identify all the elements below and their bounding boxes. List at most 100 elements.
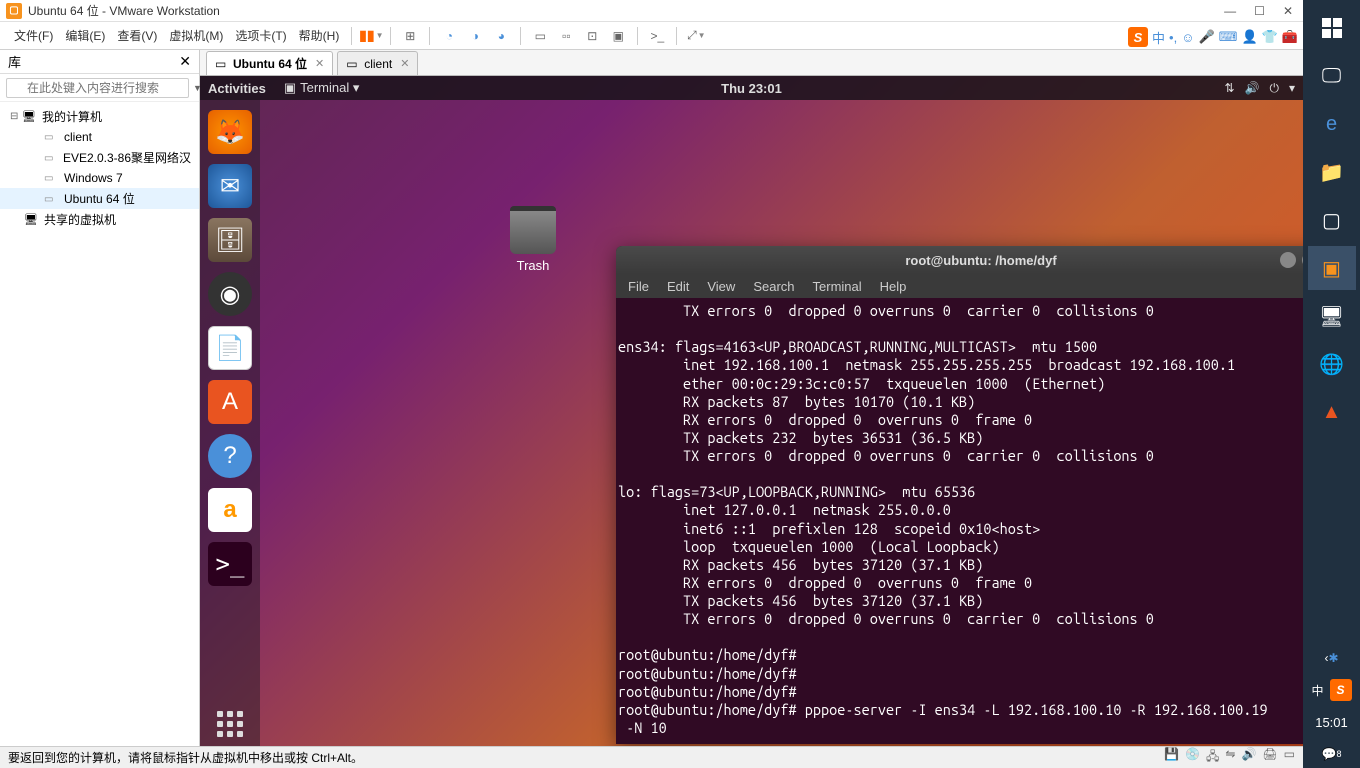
tab-client[interactable]: ▭ client ✕	[337, 51, 418, 75]
taskview-icon[interactable]: 🖵	[1308, 54, 1356, 98]
ime-skin-icon[interactable]: 👕	[1262, 29, 1278, 45]
term-menu-view[interactable]: View	[699, 277, 743, 296]
computer-icon	[22, 109, 38, 125]
tray-ime[interactable]: 中 S	[1308, 676, 1356, 704]
separator	[676, 27, 677, 45]
tb-app-icon[interactable]: 🖥	[1308, 294, 1356, 338]
status-sound-icon[interactable]: 🔊	[1241, 747, 1256, 768]
tree-root-shared[interactable]: 共享的虚拟机	[0, 209, 199, 230]
term-menu-file[interactable]: File	[620, 277, 657, 296]
snapshot-manager-button[interactable]: ◕	[491, 26, 511, 46]
system-menu-icon[interactable]: ▾	[1289, 81, 1295, 96]
terminal-maximize-button[interactable]	[1302, 252, 1303, 268]
vmware-active-icon[interactable]: ▣	[1308, 246, 1356, 290]
menu-file[interactable]: 文件(F)	[8, 23, 59, 48]
menu-tabs[interactable]: 选项卡(T)	[229, 23, 292, 48]
status-cd-icon[interactable]: 💿	[1185, 747, 1200, 768]
sogou-tray-icon: S	[1330, 679, 1352, 701]
trash-desktop-icon[interactable]: Trash	[510, 206, 556, 273]
library-search-input[interactable]	[6, 78, 189, 98]
tree-item-eve[interactable]: EVE2.0.3-86聚星网络汉	[0, 147, 199, 168]
menu-edit[interactable]: 编辑(E)	[59, 23, 111, 48]
terminal-titlebar[interactable]: root@ubuntu: /home/dyf	[616, 246, 1303, 274]
ime-lang[interactable]: 中	[1152, 28, 1165, 47]
activities-button[interactable]: Activities	[208, 81, 266, 96]
fullscreen-button[interactable]: ▭	[530, 26, 550, 46]
action-center-icon[interactable]: 💬8	[1308, 740, 1356, 768]
tree-toggle-icon[interactable]: ⊟	[10, 111, 22, 122]
vm-icon	[44, 170, 60, 186]
amazon-icon[interactable]: a	[208, 488, 252, 532]
chrome-icon[interactable]: 🌐	[1308, 342, 1356, 386]
tree-root-mycomputer[interactable]: ⊟ 我的计算机	[0, 106, 199, 127]
terminal-output[interactable]: TX errors 0 dropped 0 overruns 0 carrier…	[616, 298, 1303, 744]
term-menu-terminal[interactable]: Terminal	[805, 277, 870, 296]
vmware-tb-icon[interactable]: ▢	[1308, 198, 1356, 242]
power-icon[interactable]: ⏻	[1269, 81, 1279, 96]
tray-expand-icon[interactable]: ‹ ✱	[1308, 644, 1356, 672]
library-close-button[interactable]: ✕	[179, 53, 191, 70]
view-single-button[interactable]: ▣	[608, 26, 628, 46]
files-icon[interactable]: 🗄	[208, 218, 252, 262]
rhythmbox-icon[interactable]: ◉	[208, 272, 252, 316]
menu-vm[interactable]: 虚拟机(M)	[163, 23, 229, 48]
console-button[interactable]: >_	[647, 26, 667, 46]
volume-icon[interactable]: 🔊	[1245, 81, 1260, 96]
ime-toolbox-icon[interactable]: 🧰	[1282, 29, 1298, 45]
unity-button[interactable]: ▫▫	[556, 26, 576, 46]
maximize-button[interactable]: ☐	[1254, 4, 1265, 18]
ime-smile-icon[interactable]: ☺	[1181, 30, 1194, 45]
menu-view[interactable]: 查看(V)	[111, 23, 163, 48]
vlc-icon[interactable]: ▲	[1308, 390, 1356, 434]
explorer-icon[interactable]: 📁	[1308, 150, 1356, 194]
vm-screen[interactable]: Activities ▣ Terminal ▾ Thu 23:01 ⇅ 🔊 ⏻ …	[200, 76, 1303, 746]
terminal-dock-icon[interactable]: >_	[208, 542, 252, 586]
firefox-icon[interactable]: 🦊	[208, 110, 252, 154]
view-multi-button[interactable]: ⊡	[582, 26, 602, 46]
separator	[429, 27, 430, 45]
show-apps-icon[interactable]	[208, 702, 252, 746]
ime-keyboard-icon[interactable]: ⌨	[1219, 29, 1238, 45]
tree-item-ubuntu64[interactable]: Ubuntu 64 位	[0, 188, 199, 209]
term-menu-search[interactable]: Search	[745, 277, 802, 296]
thunderbird-icon[interactable]: ✉	[208, 164, 252, 208]
close-window-button[interactable]: ✕	[1283, 4, 1293, 18]
menu-help[interactable]: 帮助(H)	[293, 23, 346, 48]
pause-button[interactable]: ▮▮▼	[361, 26, 381, 46]
separator	[520, 27, 521, 45]
network-icon[interactable]: ⇅	[1224, 81, 1234, 96]
snapshot-button[interactable]: ◔	[439, 26, 459, 46]
taskbar-clock[interactable]: 15:01	[1308, 708, 1356, 736]
tab-ubuntu64[interactable]: ▭ Ubuntu 64 位 ✕	[206, 51, 333, 75]
ubuntu-dock: 🦊 ✉ 🗄 ◉ 📄 A ? a >_	[200, 100, 260, 746]
ime-mic-icon[interactable]: 🎤	[1198, 29, 1214, 45]
status-printer-icon[interactable]: 🖨	[1262, 747, 1277, 768]
ime-person-icon[interactable]: 👤	[1241, 29, 1257, 45]
ime-toolbar[interactable]: S 中 •, ☺ 🎤 ⌨ 👤 👕 🧰	[1128, 27, 1298, 47]
snapshot-revert-button[interactable]: ◑	[465, 26, 485, 46]
libreoffice-writer-icon[interactable]: 📄	[208, 326, 252, 370]
terminal-minimize-button[interactable]	[1280, 252, 1296, 268]
send-ctrlaltdel-button[interactable]: ⊞	[400, 26, 420, 46]
tree-item-client[interactable]: client	[0, 127, 199, 147]
status-display-icon[interactable]: ▭	[1284, 747, 1295, 768]
edge-icon[interactable]: e	[1308, 102, 1356, 146]
tree-item-windows7[interactable]: Windows 7	[0, 168, 199, 188]
status-usb-icon[interactable]: ⇋	[1225, 747, 1235, 768]
start-button[interactable]	[1308, 6, 1356, 50]
ubuntu-clock[interactable]: Thu 23:01	[721, 81, 782, 96]
help-icon[interactable]: ?	[208, 434, 252, 478]
minimize-button[interactable]: —	[1224, 4, 1236, 18]
sogou-icon[interactable]: S	[1128, 27, 1148, 47]
term-menu-edit[interactable]: Edit	[659, 277, 697, 296]
terminal-app-menu[interactable]: ▣ Terminal ▾	[284, 80, 360, 96]
ubuntu-software-icon[interactable]: A	[208, 380, 252, 424]
status-net-icon[interactable]: 🖧	[1206, 747, 1219, 768]
tab-close-button[interactable]: ✕	[400, 57, 409, 70]
ime-punct-icon[interactable]: •,	[1169, 30, 1177, 45]
term-menu-help[interactable]: Help	[872, 277, 915, 296]
status-disk-icon[interactable]: 💾	[1164, 747, 1179, 768]
ubuntu-desktop: Activities ▣ Terminal ▾ Thu 23:01 ⇅ 🔊 ⏻ …	[200, 76, 1303, 746]
tab-close-button[interactable]: ✕	[315, 57, 324, 70]
stretch-button[interactable]: ⤢▼	[686, 26, 706, 46]
